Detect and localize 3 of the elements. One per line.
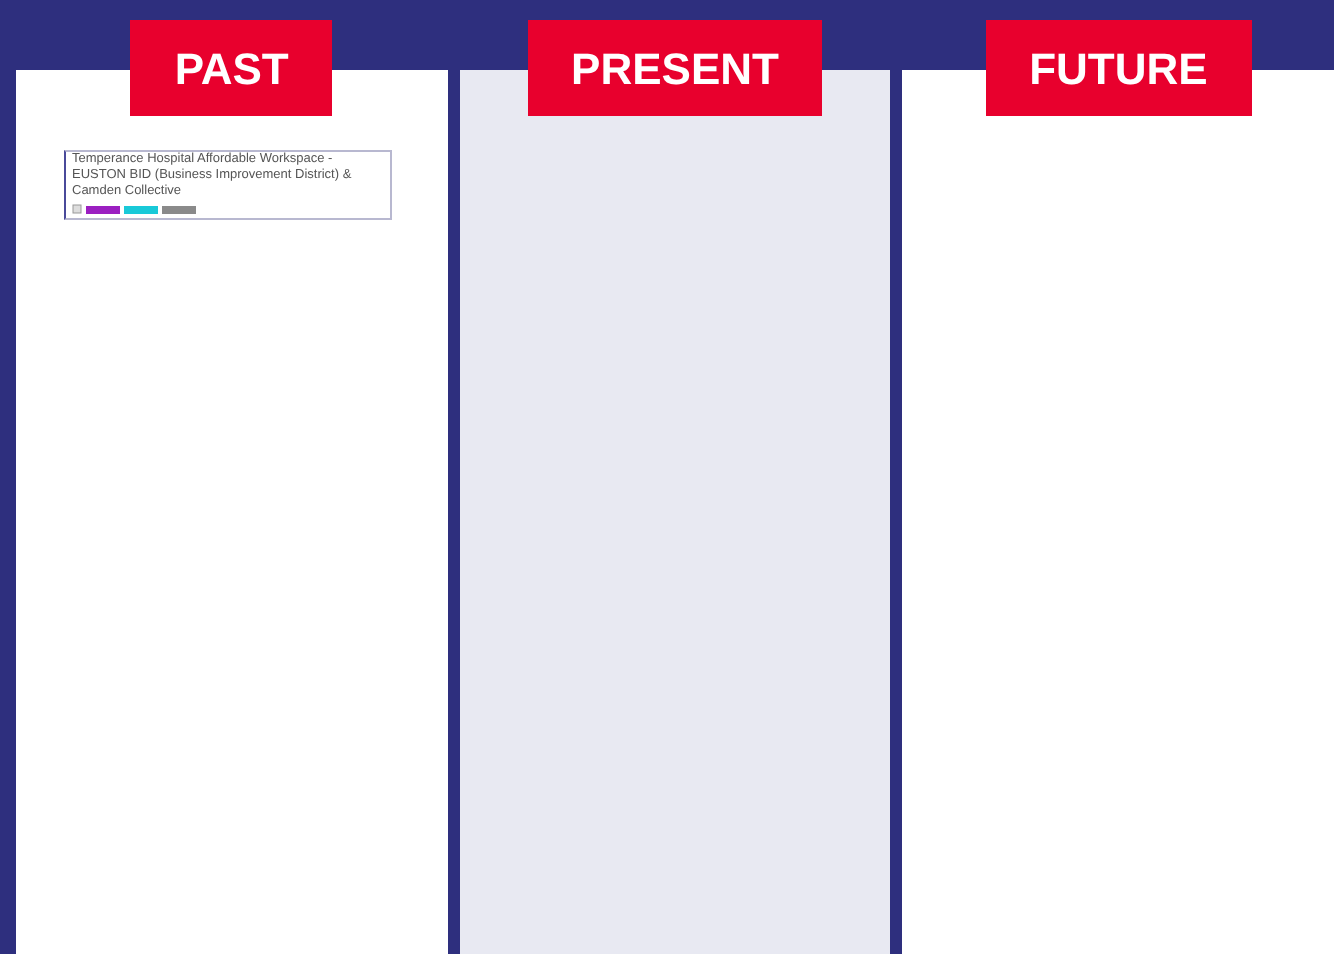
column-title: FUTURE — [985, 20, 1252, 116]
column-title: PAST — [130, 20, 333, 116]
column-title: PRESENT — [527, 20, 823, 116]
